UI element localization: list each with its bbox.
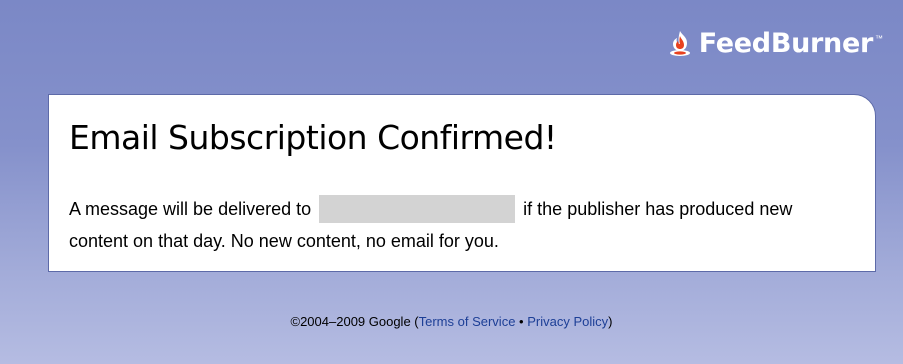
feedburner-logo: FeedBurner ™ xyxy=(665,28,883,58)
footer-separator: • xyxy=(515,314,528,329)
feedburner-flame-icon xyxy=(669,31,690,56)
trademark-mark: ™ xyxy=(875,34,883,43)
privacy-policy-link[interactable]: Privacy Policy xyxy=(527,314,608,329)
confirmation-message: A message will be delivered to if the pu… xyxy=(69,193,829,257)
page-title: Email Subscription Confirmed! xyxy=(69,118,557,157)
redacted-email-address xyxy=(319,195,516,223)
feedburner-wordmark: FeedBurner xyxy=(698,27,874,59)
copyright-text: ©2004–2009 Google ( xyxy=(290,314,419,329)
terms-of-service-link[interactable]: Terms of Service xyxy=(419,314,516,329)
footer: ©2004–2009 Google (Terms of Service • Pr… xyxy=(0,314,903,329)
footer-close-paren: ) xyxy=(608,314,613,329)
message-text-before: A message will be delivered to xyxy=(69,199,312,219)
confirmation-panel: Email Subscription Confirmed! A message … xyxy=(48,94,876,272)
